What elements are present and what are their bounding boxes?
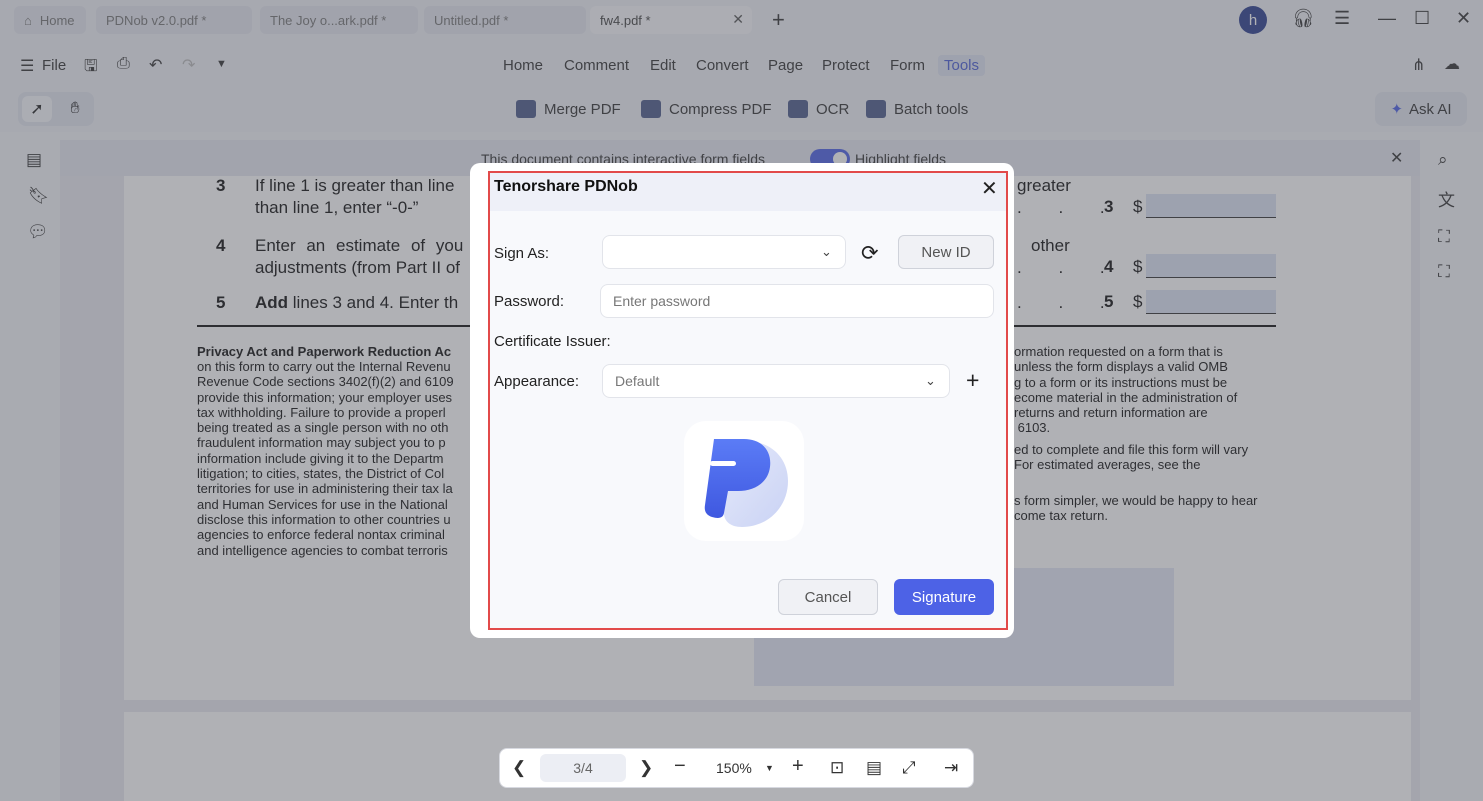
chevron-down-icon: ⌄: [925, 373, 936, 388]
single-page-icon[interactable]: ▤: [866, 758, 882, 778]
appearance-select[interactable]: Default ⌄: [602, 364, 950, 398]
cancel-button[interactable]: Cancel: [778, 579, 878, 615]
zoom-in-icon[interactable]: +: [792, 755, 804, 778]
dialog-title: Tenorshare PDNob: [494, 178, 638, 195]
appearance-value: Default: [615, 373, 660, 389]
prev-page-icon[interactable]: ❮: [512, 758, 526, 778]
zoom-out-icon[interactable]: −: [674, 755, 686, 778]
password-label: Password:: [494, 293, 565, 310]
fit-page-icon[interactable]: ⊡: [830, 758, 844, 778]
appearance-label: Appearance:: [494, 373, 580, 390]
refresh-icon[interactable]: ⟳: [861, 241, 879, 266]
pdnob-logo: [684, 421, 804, 541]
new-id-button[interactable]: New ID: [898, 235, 994, 269]
add-appearance-icon[interactable]: +: [966, 367, 979, 394]
password-field[interactable]: Enter password: [600, 284, 994, 318]
exit-icon[interactable]: ⇥: [944, 758, 958, 778]
signature-button[interactable]: Signature: [894, 579, 994, 615]
fullscreen-icon[interactable]: ⤢: [902, 758, 916, 778]
page-number-field[interactable]: 3/4: [540, 754, 626, 782]
next-page-icon[interactable]: ❯: [639, 758, 653, 778]
zoom-level[interactable]: 150%: [716, 760, 752, 776]
close-icon[interactable]: ✕: [981, 176, 998, 201]
pdnob-logo-icon: [704, 439, 788, 527]
page-navigation-bar: ❮ 3/4 ❯ − 150% ▼ + ⊡ ▤ ⤢ ⇥: [499, 748, 974, 788]
sign-as-select[interactable]: ⌄: [602, 235, 846, 269]
certificate-issuer-label: Certificate Issuer:: [494, 333, 611, 350]
password-placeholder: Enter password: [613, 293, 711, 309]
chevron-down-icon: ⌄: [821, 244, 832, 259]
zoom-dropdown-icon[interactable]: ▼: [765, 763, 774, 773]
sign-as-label: Sign As:: [494, 245, 550, 262]
